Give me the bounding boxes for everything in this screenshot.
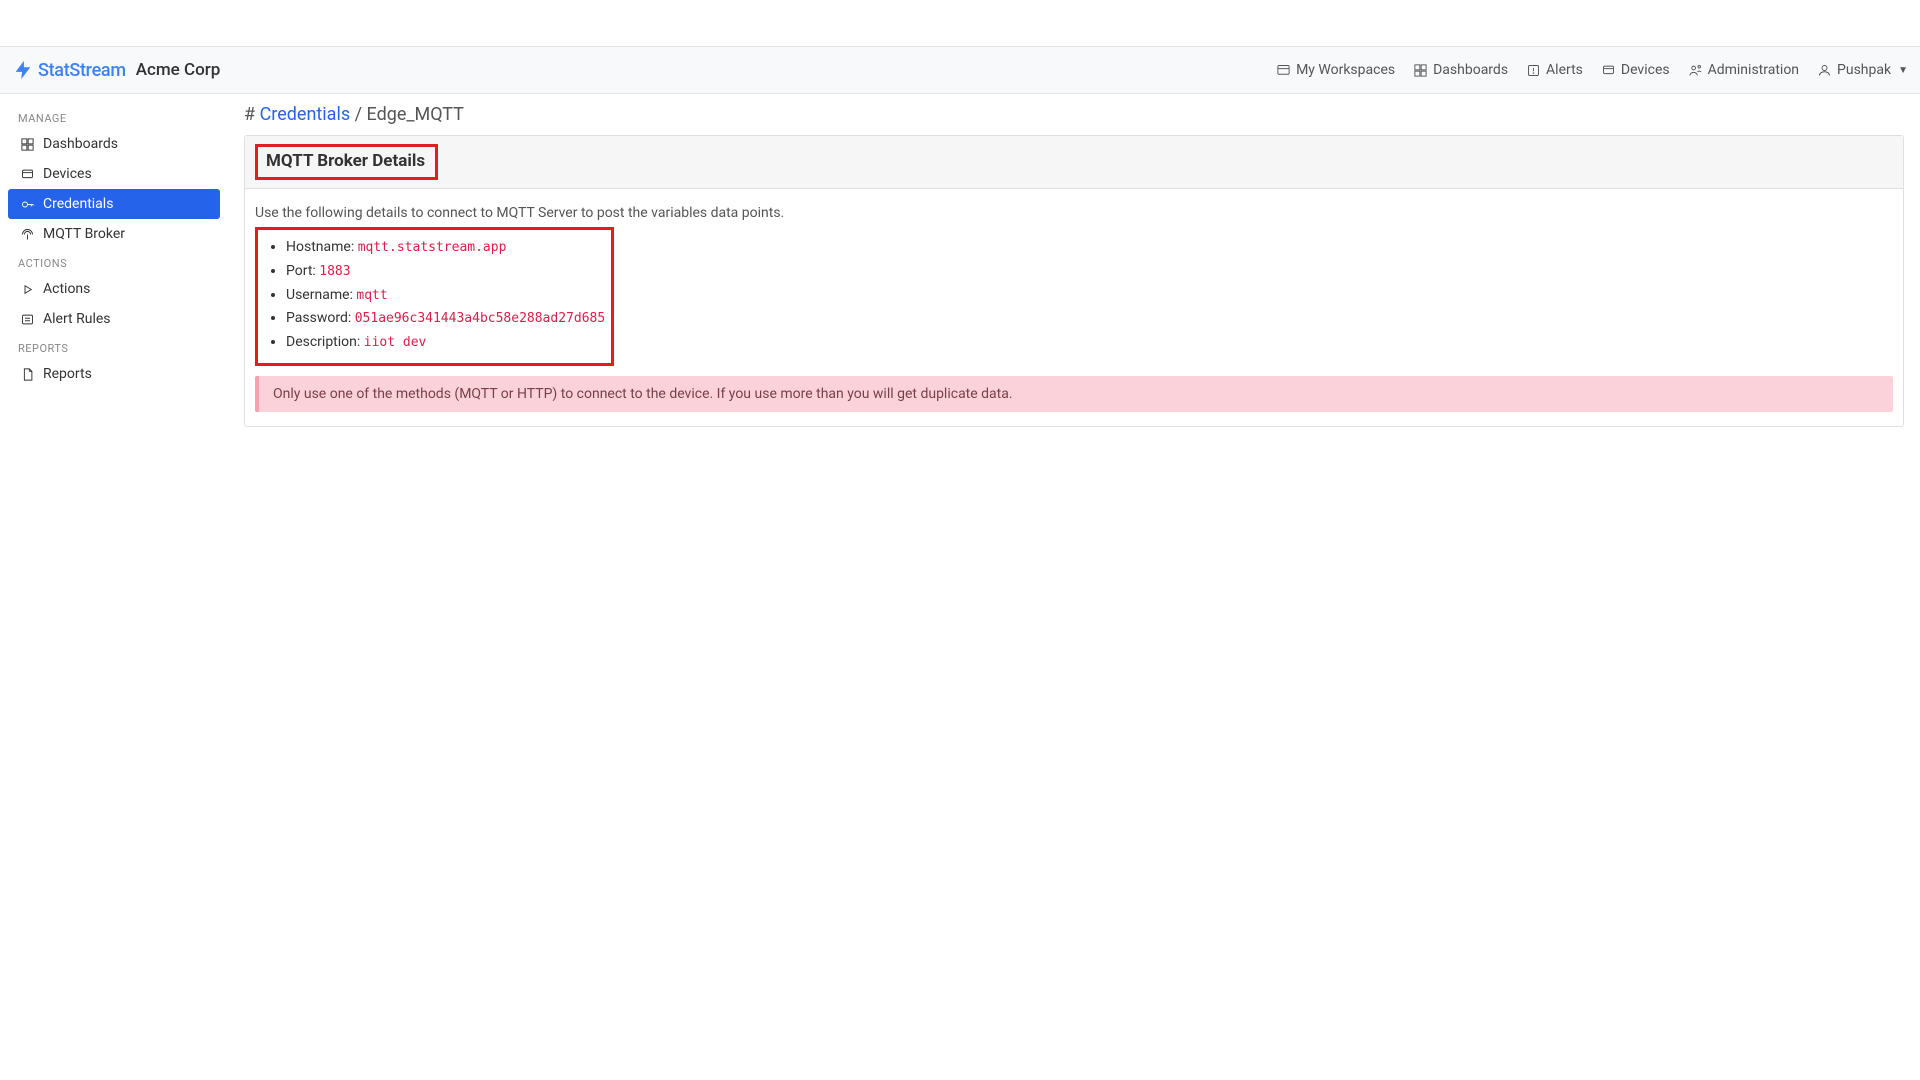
card-header: MQTT Broker Details <box>245 136 1903 189</box>
broker-details-card: MQTT Broker Details Use the following de… <box>244 135 1904 427</box>
main-content: # Credentials / Edge_MQTT MQTT Broker De… <box>228 94 1920 1080</box>
warning-alert: Only use one of the methods (MQTT or HTT… <box>255 376 1893 412</box>
nav-label: Devices <box>1621 62 1670 78</box>
sidebar-item-label: Actions <box>43 281 90 297</box>
detail-port: Port: 1883 <box>286 260 605 284</box>
nav-label: Dashboards <box>1433 62 1508 78</box>
detail-label: Username: <box>286 287 353 303</box>
detail-value: iiot dev <box>364 335 427 350</box>
company-name: Acme Corp <box>136 60 221 80</box>
sidebar-item-label: Dashboards <box>43 136 118 152</box>
sidebar-section-manage: MANAGE <box>8 104 220 129</box>
bolt-icon <box>12 59 34 81</box>
brand-logo[interactable]: StatStream <box>12 59 126 81</box>
dashboard-icon <box>1413 63 1428 78</box>
sidebar-item-devices[interactable]: Devices <box>8 159 220 189</box>
sidebar-section-actions: ACTIONS <box>8 249 220 274</box>
key-icon <box>20 197 35 212</box>
detail-label: Password: <box>286 310 351 326</box>
caret-down-icon: ▼ <box>1898 65 1908 76</box>
sidebar-item-actions[interactable]: Actions <box>8 274 220 304</box>
brand-name: StatStream <box>38 60 126 81</box>
nav-label: Alerts <box>1546 62 1583 78</box>
sidebar: MANAGE Dashboards Devices Credentials MQ… <box>0 94 228 1080</box>
nav-user-menu[interactable]: Pushpak ▼ <box>1817 62 1908 78</box>
sidebar-item-credentials[interactable]: Credentials <box>8 189 220 219</box>
nav-user-name: Pushpak <box>1837 62 1891 78</box>
broker-details-box: Hostname: mqtt.statstream.app Port: 1883… <box>255 227 614 366</box>
card-body: Use the following details to connect to … <box>245 189 1903 426</box>
detail-label: Description: <box>286 334 360 350</box>
detail-label: Hostname: <box>286 239 354 255</box>
sidebar-section-reports: REPORTS <box>8 334 220 359</box>
devices-icon <box>1601 63 1616 78</box>
broker-icon <box>20 227 35 242</box>
report-icon <box>20 367 35 382</box>
nav-devices[interactable]: Devices <box>1601 62 1670 78</box>
detail-value: mqtt <box>356 288 387 303</box>
detail-label: Port: <box>286 263 316 279</box>
nav-label: My Workspaces <box>1296 62 1395 78</box>
sidebar-item-label: Reports <box>43 366 92 382</box>
rules-icon <box>20 312 35 327</box>
sidebar-item-mqtt-broker[interactable]: MQTT Broker <box>8 219 220 249</box>
detail-description: Description: iiot dev <box>286 331 605 355</box>
sidebar-item-alert-rules[interactable]: Alert Rules <box>8 304 220 334</box>
nav-alerts[interactable]: Alerts <box>1526 62 1583 78</box>
topbar-left: StatStream Acme Corp <box>12 59 220 81</box>
sidebar-item-reports[interactable]: Reports <box>8 359 220 389</box>
nav-label: Administration <box>1708 62 1799 78</box>
sidebar-item-label: Alert Rules <box>43 311 111 327</box>
sidebar-item-label: Devices <box>43 166 92 182</box>
nav-administration[interactable]: Administration <box>1688 62 1799 78</box>
detail-username: Username: mqtt <box>286 284 605 308</box>
detail-value: 051ae96c341443a4bc58e288ad27d685 <box>355 311 605 326</box>
nav-my-workspaces[interactable]: My Workspaces <box>1276 62 1395 78</box>
alert-icon <box>1526 63 1541 78</box>
dashboard-icon <box>20 137 35 152</box>
sidebar-item-dashboards[interactable]: Dashboards <box>8 129 220 159</box>
detail-value: 1883 <box>319 264 350 279</box>
workspaces-icon <box>1276 63 1291 78</box>
nav-dashboards[interactable]: Dashboards <box>1413 62 1508 78</box>
topbar: StatStream Acme Corp My Workspaces Dashb… <box>0 46 1920 94</box>
detail-hostname: Hostname: mqtt.statstream.app <box>286 236 605 260</box>
detail-value: mqtt.statstream.app <box>358 240 507 255</box>
topbar-right: My Workspaces Dashboards Alerts Devices … <box>1276 62 1908 78</box>
sidebar-item-label: Credentials <box>43 196 113 212</box>
user-icon <box>1817 63 1832 78</box>
layout: MANAGE Dashboards Devices Credentials MQ… <box>0 94 1920 1080</box>
instruction-text: Use the following details to connect to … <box>255 205 1893 221</box>
card-title: MQTT Broker Details <box>255 144 438 180</box>
admin-icon <box>1688 63 1703 78</box>
devices-icon <box>20 167 35 182</box>
breadcrumb: # Credentials / Edge_MQTT <box>244 104 1904 125</box>
play-icon <box>20 282 35 297</box>
detail-password: Password: 051ae96c341443a4bc58e288ad27d6… <box>286 307 605 331</box>
sidebar-item-label: MQTT Broker <box>43 226 125 242</box>
breadcrumb-parent-link[interactable]: Credentials <box>260 104 351 125</box>
